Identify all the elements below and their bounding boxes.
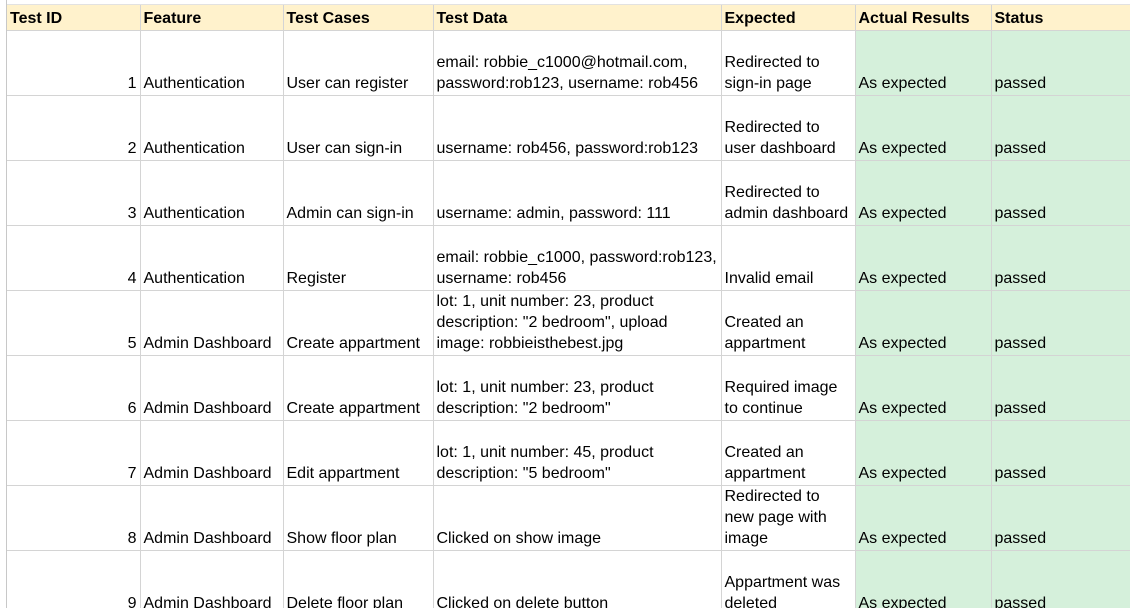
cell-actual-result[interactable]: As expected <box>855 550 992 608</box>
cell-test-case[interactable]: User can sign-in <box>283 95 434 161</box>
cell-expected[interactable]: Required image to continue <box>721 355 856 421</box>
cell-feature[interactable]: Authentication <box>140 225 284 291</box>
cell-test-case[interactable]: Edit appartment <box>283 420 434 486</box>
cell-actual-result[interactable]: As expected <box>855 95 992 161</box>
cell-test-case[interactable]: Delete floor plan <box>283 550 434 608</box>
cell-feature[interactable]: Authentication <box>140 95 284 161</box>
spreadsheet: Test ID Feature Test Cases Test Data Exp… <box>0 0 1130 608</box>
cell-test-case[interactable]: Show floor plan <box>283 485 434 551</box>
table-row: 8 Admin Dashboard Show floor plan Clicke… <box>7 485 1130 551</box>
cell-test-id[interactable]: 1 <box>7 30 141 96</box>
cell-test-id[interactable]: 6 <box>7 355 141 421</box>
cell-feature[interactable]: Admin Dashboard <box>140 550 284 608</box>
cell-expected[interactable]: Created an appartment <box>721 290 856 356</box>
cell-status[interactable]: passed <box>991 290 1130 356</box>
cell-expected[interactable]: Redirected to sign-in page <box>721 30 856 96</box>
cell-test-data[interactable]: username: rob456, password:rob123 <box>433 95 722 161</box>
cell-actual-result[interactable]: As expected <box>855 160 992 226</box>
cell-actual-result[interactable]: As expected <box>855 290 992 356</box>
cell-feature[interactable]: Admin Dashboard <box>140 485 284 551</box>
cell-feature[interactable]: Authentication <box>140 30 284 96</box>
cell-expected[interactable]: Invalid email <box>721 225 856 291</box>
cell-actual-result[interactable]: As expected <box>855 30 992 96</box>
cell-test-id[interactable]: 2 <box>7 95 141 161</box>
cell-actual-result[interactable]: As expected <box>855 420 992 486</box>
cell-test-data[interactable]: email: robbie_c1000@hotmail.com, passwor… <box>433 30 722 96</box>
cell-status[interactable]: passed <box>991 225 1130 291</box>
cell-status[interactable]: passed <box>991 485 1130 551</box>
cell-test-id[interactable]: 9 <box>7 550 141 608</box>
header-row: Test ID Feature Test Cases Test Data Exp… <box>7 5 1130 31</box>
cell-status[interactable]: passed <box>991 95 1130 161</box>
cell-test-id[interactable]: 8 <box>7 485 141 551</box>
cell-expected[interactable]: Appartment was deleted <box>721 550 856 608</box>
header-test-data[interactable]: Test Data <box>433 5 722 31</box>
header-expected[interactable]: Expected <box>721 5 856 31</box>
cell-status[interactable]: passed <box>991 550 1130 608</box>
header-test-id[interactable]: Test ID <box>7 5 141 31</box>
cell-status[interactable]: passed <box>991 355 1130 421</box>
cell-status[interactable]: passed <box>991 30 1130 96</box>
table-row: 7 Admin Dashboard Edit appartment lot: 1… <box>7 420 1130 486</box>
cell-test-case[interactable]: Register <box>283 225 434 291</box>
cell-test-data[interactable]: lot: 1, unit number: 23, product descrip… <box>433 355 722 421</box>
cell-expected[interactable]: Redirected to user dashboard <box>721 95 856 161</box>
header-status[interactable]: Status <box>991 5 1130 31</box>
cell-test-data[interactable]: lot: 1, unit number: 23, product descrip… <box>433 290 722 356</box>
table-row: 6 Admin Dashboard Create appartment lot:… <box>7 355 1130 421</box>
cell-feature[interactable]: Admin Dashboard <box>140 290 284 356</box>
cell-test-case[interactable]: Create appartment <box>283 290 434 356</box>
table-row: 2 Authentication User can sign-in userna… <box>7 95 1130 161</box>
cell-test-case[interactable]: Admin can sign-in <box>283 160 434 226</box>
cell-test-id[interactable]: 3 <box>7 160 141 226</box>
header-actual-results[interactable]: Actual Results <box>855 5 992 31</box>
cell-feature[interactable]: Authentication <box>140 160 284 226</box>
cell-test-case[interactable]: User can register <box>283 30 434 96</box>
cell-feature[interactable]: Admin Dashboard <box>140 355 284 421</box>
cell-test-id[interactable]: 4 <box>7 225 141 291</box>
table-row: 3 Authentication Admin can sign-in usern… <box>7 160 1130 226</box>
cell-test-data[interactable]: Clicked on delete button <box>433 550 722 608</box>
cell-test-data[interactable]: username: admin, password: 111 <box>433 160 722 226</box>
cell-test-case[interactable]: Create appartment <box>283 355 434 421</box>
cell-test-data[interactable]: email: robbie_c1000, password:rob123, us… <box>433 225 722 291</box>
cell-expected[interactable]: Created an appartment <box>721 420 856 486</box>
cell-test-id[interactable]: 5 <box>7 290 141 356</box>
cell-actual-result[interactable]: As expected <box>855 485 992 551</box>
cell-status[interactable]: passed <box>991 160 1130 226</box>
table-row: 9 Admin Dashboard Delete floor plan Clic… <box>7 550 1130 608</box>
cell-expected[interactable]: Redirected to admin dashboard <box>721 160 856 226</box>
cell-status[interactable]: passed <box>991 420 1130 486</box>
header-feature[interactable]: Feature <box>140 5 284 31</box>
cell-feature[interactable]: Admin Dashboard <box>140 420 284 486</box>
cell-test-id[interactable]: 7 <box>7 420 141 486</box>
cell-actual-result[interactable]: As expected <box>855 225 992 291</box>
table-row: 4 Authentication Register email: robbie_… <box>7 225 1130 291</box>
cell-expected[interactable]: Redirected to new page with image <box>721 485 856 551</box>
header-test-cases[interactable]: Test Cases <box>283 5 434 31</box>
cell-actual-result[interactable]: As expected <box>855 355 992 421</box>
table-row: 5 Admin Dashboard Create appartment lot:… <box>7 290 1130 356</box>
sheet-left-edge <box>0 0 7 608</box>
table-row: 1 Authentication User can register email… <box>7 30 1130 96</box>
cell-test-data[interactable]: Clicked on show image <box>433 485 722 551</box>
cell-test-data[interactable]: lot: 1, unit number: 45, product descrip… <box>433 420 722 486</box>
test-cases-table: Test ID Feature Test Cases Test Data Exp… <box>7 5 1130 608</box>
